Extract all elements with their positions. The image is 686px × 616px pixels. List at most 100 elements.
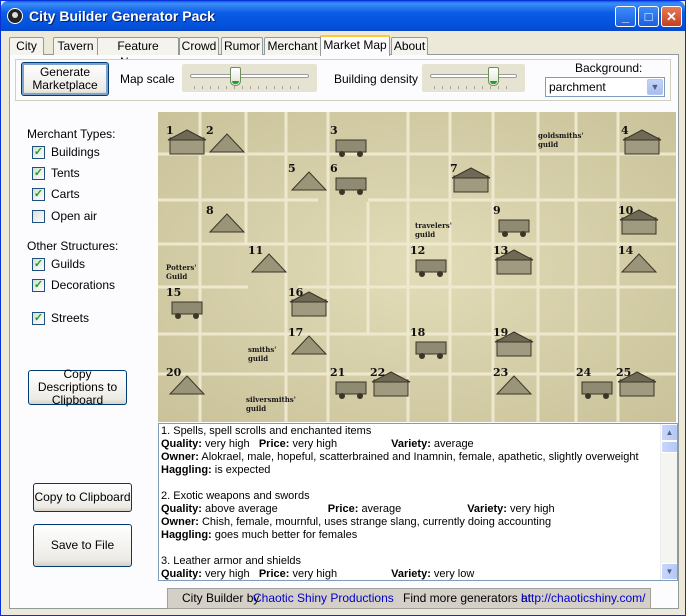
entry-variety: very high (510, 503, 555, 515)
copy-to-clipboard-button[interactable]: Copy to Clipboard (33, 483, 132, 512)
checkbox-box[interactable]: ✓ (32, 311, 45, 325)
guild-label: guild (415, 230, 435, 239)
wheel-shape (585, 393, 591, 399)
entry-quality: above average (205, 503, 278, 515)
entry-stats: Quality: very high Price: very high Varie… (161, 568, 659, 580)
quality-label: Quality: (161, 568, 202, 580)
tab-market-map[interactable]: Market Map (320, 35, 390, 56)
entry-variety: average (433, 438, 474, 450)
entry-owner: Owner: Alokrael, male, hopeful, scatterb… (161, 451, 659, 464)
close-button[interactable]: ✕ (661, 6, 682, 27)
app-window: City Builder Generator Pack _ □ ✕ City T… (0, 0, 686, 616)
checkbox-box[interactable]: ✓ (32, 166, 45, 180)
entry-owner-text: Chish, female, mournful, uses strange sl… (201, 516, 552, 528)
map-scale-thumb[interactable] (230, 67, 242, 86)
checkbox-decorations[interactable]: ✓ Decorations (32, 277, 115, 293)
minimize-button[interactable]: _ (615, 6, 636, 27)
tab-about[interactable]: About (391, 37, 428, 55)
wheel-shape (339, 189, 345, 195)
stall-number: 17 (288, 326, 303, 339)
checkbox-label: Guilds (51, 257, 86, 271)
merchant-types-heading: Merchant Types: (27, 127, 116, 141)
price-label: Price: (258, 438, 290, 450)
background-label: Background: (575, 61, 643, 75)
copy-descriptions-button[interactable]: Copy Descriptions to Clipboard (28, 368, 127, 407)
stall-number: 13 (493, 244, 508, 257)
title-bar[interactable]: City Builder Generator Pack _ □ ✕ (1, 1, 685, 31)
entry-variety: very low (433, 568, 475, 580)
wheel-shape (419, 353, 425, 359)
entry-haggling: Haggling: goes much better for females (161, 529, 659, 542)
wheel-shape (357, 189, 363, 195)
guild-label: guild (248, 354, 268, 363)
stall-number: 23 (493, 366, 508, 379)
scroll-down-icon[interactable]: ▼ (661, 563, 677, 580)
stall-number: 4 (621, 124, 629, 137)
checkbox-box[interactable]: ✓ (32, 145, 45, 159)
website-link[interactable]: http://chaoticshiny.com/ (521, 589, 646, 608)
map-scale-label: Map scale (120, 72, 175, 86)
vertical-scrollbar[interactable]: ▲ ▼ (660, 424, 677, 580)
chevron-down-icon[interactable]: ▼ (647, 79, 663, 95)
generate-marketplace-button[interactable]: Generate Marketplace (21, 62, 109, 96)
checkbox-box[interactable] (32, 209, 45, 223)
stall-number: 10 (618, 204, 634, 217)
quality-label: Quality: (161, 503, 202, 515)
building-density-slider[interactable] (422, 64, 525, 92)
checkbox-tents[interactable]: ✓ Tents (32, 165, 80, 181)
wheel-shape (175, 313, 181, 319)
footer-find-more: Find more generators at (403, 591, 532, 605)
maximize-button[interactable]: □ (638, 6, 659, 27)
guild-label: silversmiths' (246, 395, 296, 404)
tab-rumor[interactable]: Rumor (221, 37, 263, 55)
tab-feature-namer[interactable]: Feature Namer (97, 37, 179, 69)
stall-number: 3 (330, 124, 338, 137)
wheel-shape (339, 393, 345, 399)
map-scale-slider[interactable] (182, 64, 317, 92)
checkbox-label: Open air (51, 209, 98, 223)
checkbox-box[interactable]: ✓ (32, 187, 45, 201)
price-label: Price: (258, 568, 290, 580)
background-select[interactable]: parchment ▼ (545, 77, 665, 97)
checkbox-streets[interactable]: ✓ Streets (32, 310, 89, 326)
tab-crowd[interactable]: Crowd (179, 37, 219, 55)
description-textbox[interactable]: 1. Spells, spell scrolls and enchanted i… (158, 423, 678, 581)
variety-label: Variety: (467, 503, 507, 515)
cart-shape (581, 381, 613, 395)
market-map[interactable]: 1 2 3 4 5 6 7 8 9 10 11 12 13 14 15 16 17 18 19 20 21 22 23 24 2… (158, 112, 676, 422)
save-to-file-button[interactable]: Save to File (33, 524, 132, 567)
variety-label: Variety: (391, 568, 431, 580)
tab-tavern[interactable]: Tavern (53, 37, 98, 55)
stall-number: 7 (450, 162, 458, 175)
cart-shape (415, 341, 447, 355)
stall-number: 2 (206, 124, 214, 137)
wheel-shape (603, 393, 609, 399)
guild-label: guild (246, 404, 266, 413)
stall-number: 14 (618, 244, 634, 257)
checkbox-guilds[interactable]: ✓ Guilds (32, 256, 85, 272)
entry-haggling: Haggling: is expected (161, 464, 659, 477)
entry-title: 1. Spells, spell scrolls and enchanted i… (161, 425, 372, 437)
building-density-thumb[interactable] (487, 67, 499, 86)
checkbox-label: Decorations (51, 278, 116, 292)
checkbox-open-air[interactable]: Open air (32, 208, 97, 224)
checkbox-carts[interactable]: ✓ Carts (32, 186, 80, 202)
slider-ticks (194, 86, 305, 89)
stall-number: 21 (330, 366, 345, 379)
stall-number: 24 (576, 366, 592, 379)
entry-price: very high (292, 568, 338, 580)
checkbox-buildings[interactable]: ✓ Buildings (32, 144, 100, 160)
scroll-up-icon[interactable]: ▲ (661, 424, 677, 441)
stall-number: 19 (493, 326, 508, 339)
checkbox-box[interactable]: ✓ (32, 257, 45, 271)
author-link[interactable]: Chaotic Shiny Productions (253, 589, 394, 608)
entry-quality: very high (205, 438, 250, 450)
entry-title: 2. Exotic weapons and swords (161, 490, 310, 502)
guild-label: Potters' (166, 263, 196, 272)
checkbox-box[interactable]: ✓ (32, 278, 45, 292)
tab-city[interactable]: City (9, 37, 44, 55)
stall-number: 1 (166, 124, 174, 137)
scroll-thumb[interactable] (661, 441, 677, 453)
guild-label: goldsmiths' (538, 131, 584, 140)
tab-merchant[interactable]: Merchant (264, 37, 321, 55)
